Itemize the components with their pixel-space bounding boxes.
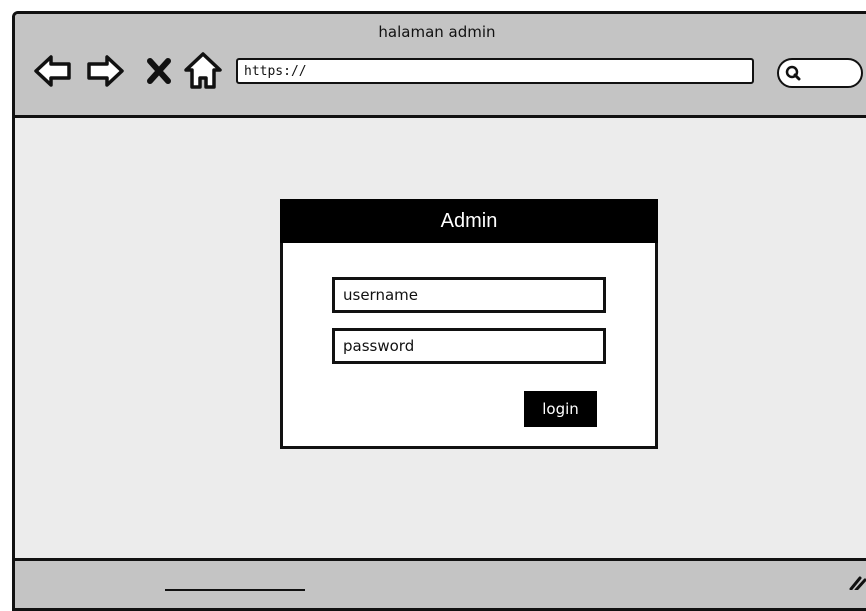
login-panel: Admin login [280, 199, 658, 449]
resize-grip-icon[interactable] [848, 572, 866, 590]
browser-toolbar: halaman admin [15, 14, 866, 118]
search-button[interactable] [777, 58, 863, 88]
panel-title: Admin [280, 199, 658, 243]
home-button[interactable] [183, 51, 223, 91]
stop-button[interactable] [141, 51, 177, 91]
search-icon [785, 65, 801, 81]
browser-window: halaman admin https:// Admin username lo… [12, 11, 866, 611]
forward-button[interactable] [85, 51, 125, 91]
username-field[interactable] [332, 277, 606, 313]
window-title: halaman admin [378, 23, 496, 41]
forward-arrow-icon [87, 55, 124, 87]
password-field[interactable] [332, 328, 606, 364]
home-icon [184, 52, 222, 89]
url-field[interactable] [236, 58, 754, 84]
login-button[interactable]: login [524, 391, 597, 427]
close-icon [147, 58, 171, 84]
status-tab [165, 589, 305, 601]
page-content: Admin login [15, 118, 866, 558]
back-arrow-icon [34, 55, 71, 87]
status-bar [15, 558, 866, 608]
back-button[interactable] [33, 51, 73, 91]
